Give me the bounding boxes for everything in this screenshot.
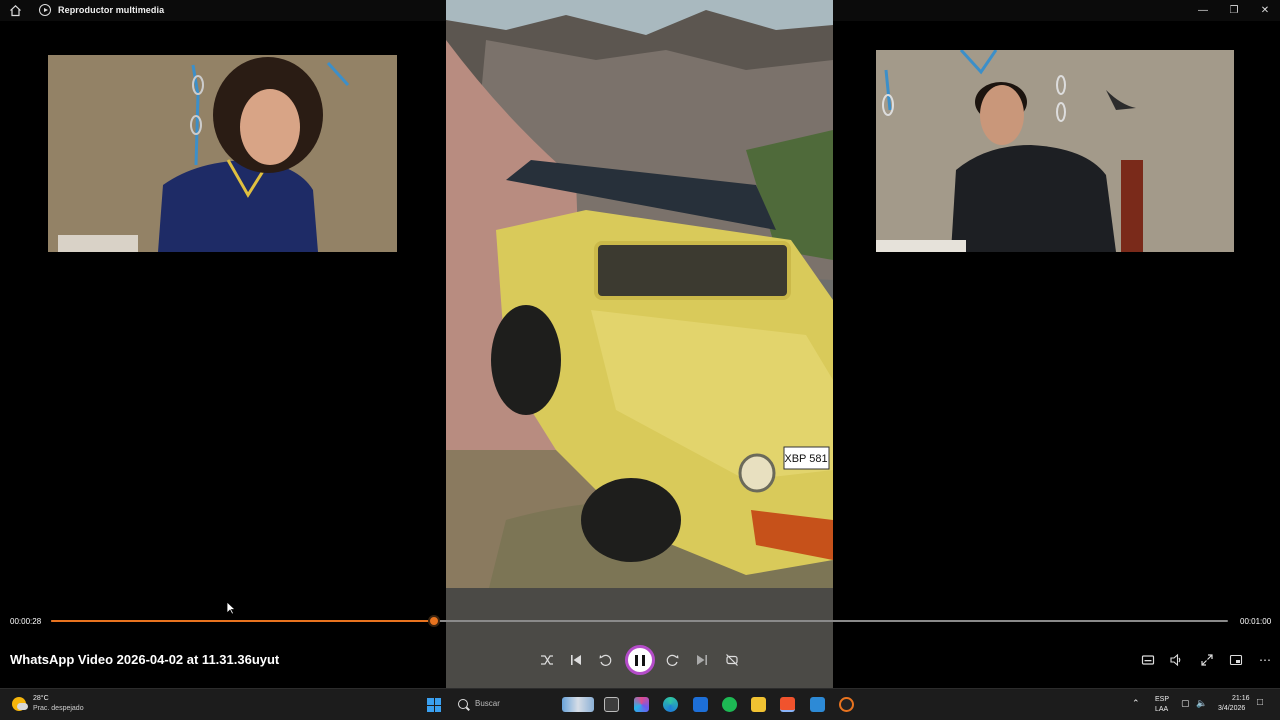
notification-icon[interactable]: □ (1257, 697, 1263, 708)
video-area[interactable]: XBP 581 (0, 0, 1280, 709)
weather-icon[interactable] (12, 697, 28, 711)
home-icon[interactable] (9, 4, 22, 17)
store-icon[interactable] (693, 697, 708, 712)
mouse-cursor-icon (226, 601, 236, 615)
right-facecam (876, 50, 1234, 252)
language-bottom[interactable]: LAA (1155, 706, 1168, 713)
weather-temperature[interactable]: 28°C (33, 695, 49, 702)
subtitles-icon[interactable] (1139, 651, 1157, 669)
total-time: 00:01:00 (1240, 617, 1272, 626)
main-video-frame: XBP 581 (446, 0, 833, 709)
repeat-off-icon[interactable] (723, 651, 741, 669)
current-time: 00:00:28 (10, 617, 42, 626)
windows-start-icon[interactable] (427, 698, 441, 712)
weather-description[interactable]: Prac. despejado (33, 705, 84, 712)
edge-icon[interactable] (663, 697, 678, 712)
seek-bar[interactable] (51, 615, 1228, 627)
fullscreen-icon[interactable] (1198, 651, 1216, 669)
shuffle-icon[interactable] (538, 651, 556, 669)
next-icon[interactable] (693, 651, 711, 669)
maximize-button[interactable]: ❐ (1219, 0, 1249, 21)
forward-30-icon[interactable] (664, 651, 682, 669)
media-player-taskbar-icon[interactable] (839, 697, 854, 712)
window-title: Reproductor multimedia (58, 5, 165, 15)
language-top[interactable]: ESP (1155, 696, 1169, 703)
previous-icon[interactable] (567, 651, 585, 669)
speaker-icon[interactable]: 🔈 (1196, 698, 1207, 709)
mini-player-icon[interactable] (1227, 651, 1245, 669)
minimize-button[interactable]: — (1188, 0, 1218, 21)
rewind-10-icon[interactable] (596, 651, 614, 669)
clock-date[interactable]: 3/4/2026 (1218, 705, 1245, 712)
seek-bar-progress (51, 620, 434, 622)
task-view-icon[interactable] (604, 697, 619, 712)
left-facecam (48, 55, 397, 252)
taskbar-search[interactable]: Buscar (475, 699, 500, 708)
search-icon[interactable] (458, 699, 468, 709)
search-highlight-icon[interactable] (562, 697, 594, 712)
file-explorer-icon[interactable] (751, 697, 766, 712)
pause-button[interactable] (625, 645, 655, 675)
media-player-app-icon (39, 4, 51, 16)
jeep-plate: XBP 581 (784, 453, 827, 465)
seek-bar-thumb[interactable] (427, 615, 440, 627)
brave-icon[interactable] (780, 697, 795, 712)
volume-icon[interactable] (1167, 651, 1185, 669)
spotify-icon[interactable] (722, 697, 737, 712)
clock-time[interactable]: 21:16 (1232, 695, 1250, 702)
tray-chevron-icon[interactable]: ⌃ (1132, 698, 1140, 709)
close-button[interactable]: ✕ (1250, 0, 1280, 21)
more-options-icon[interactable]: ⋯ (1256, 651, 1274, 669)
photos-icon[interactable] (810, 697, 825, 712)
video-title: WhatsApp Video 2026-04-02 at 11.31.36uyu… (10, 652, 280, 667)
network-icon[interactable]: ▢ (1181, 698, 1190, 709)
copilot-icon[interactable] (634, 697, 649, 712)
taskbar: 28°C Prac. despejado Buscar ⌃ ESP LAA ▢ … (0, 688, 1280, 720)
